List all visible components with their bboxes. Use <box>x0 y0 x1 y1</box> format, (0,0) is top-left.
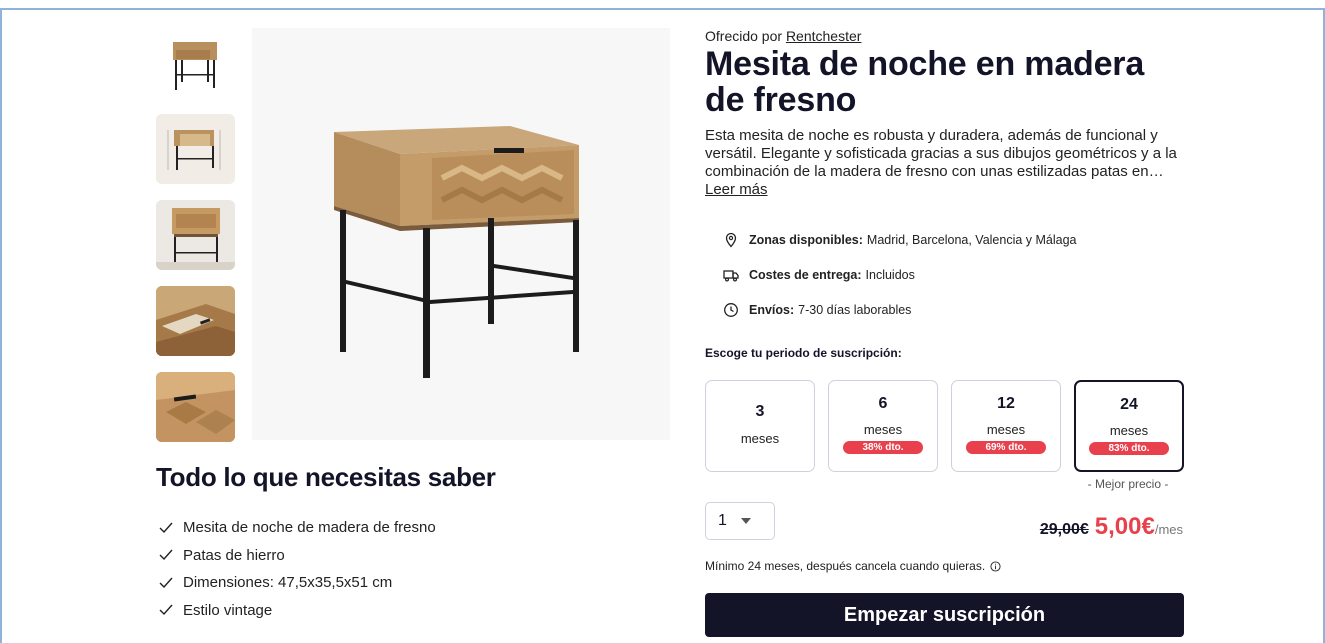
info-delivery-value: Incluidos <box>865 267 915 282</box>
feature-list: Mesita de noche de madera de fresno Pata… <box>158 514 436 624</box>
price-block: 29,00€ 5,00€ /mes <box>1040 513 1183 541</box>
price-period: /mes <box>1154 522 1183 537</box>
check-icon <box>159 604 173 616</box>
product-title: Mesita de noche en madera de fresno <box>705 45 1145 119</box>
list-item: Estilo vintage <box>158 597 436 625</box>
check-icon <box>159 549 173 561</box>
plan-options: 3 meses 6 meses 38% dto. 12 meses 69% dt… <box>705 380 1197 472</box>
info-icon[interactable] <box>990 560 1001 572</box>
plan-months: 6 <box>878 395 888 412</box>
thumbnail-5[interactable] <box>156 372 235 442</box>
feature-label: Mesita de noche de madera de fresno <box>183 519 436 537</box>
chevron-down-icon <box>740 518 751 524</box>
main-product-image <box>252 28 670 440</box>
thumbnail-list <box>156 28 236 458</box>
discount-badge: 83% dto. <box>1089 442 1169 455</box>
check-icon <box>159 577 173 588</box>
info-shipping-value: 7-30 días laborables <box>798 302 912 317</box>
description-text: Esta mesita de noche es robusta y durade… <box>705 127 1177 180</box>
subscription-label: Escoge tu periodo de suscripción: <box>705 346 902 360</box>
plan-unit: meses <box>1109 423 1149 438</box>
plan-option-12[interactable]: 12 meses 69% dto. <box>951 380 1061 472</box>
list-item: Patas de hierro <box>158 542 436 570</box>
thumbnail-2[interactable] <box>156 114 235 184</box>
plan-unit: meses <box>863 422 903 437</box>
old-price: 29,00€ <box>1039 521 1089 538</box>
product-details: Ofrecido por Rentchester Mesita de noche… <box>705 28 1185 199</box>
seller-link[interactable]: Rentchester <box>786 28 861 44</box>
feature-label: Dimensiones: 47,5x35,5x51 cm <box>183 574 393 592</box>
plan-unit: meses <box>986 422 1026 437</box>
offered-prefix: Ofrecido por <box>705 28 783 44</box>
discount-badge: 38% dto. <box>843 441 923 454</box>
start-subscription-button[interactable]: Empezar suscripción <box>705 593 1184 637</box>
new-price: 5,00€ <box>1094 513 1155 540</box>
info-zones-label: Zonas disponibles: <box>749 232 863 247</box>
list-item: Mesita de noche de madera de fresno <box>158 514 436 542</box>
offered-by: Ofrecido por Rentchester <box>705 28 1185 44</box>
quantity-select[interactable]: 1 <box>705 502 775 540</box>
minimum-note-text: Mínimo 24 meses, después cancela cuando … <box>705 559 986 573</box>
quantity-value: 1 <box>718 512 727 529</box>
plan-option-6[interactable]: 6 meses 38% dto. <box>828 380 938 472</box>
knowledge-title: Todo lo que necesitas saber <box>156 462 496 492</box>
best-price-label: - Mejor precio - <box>1087 477 1169 491</box>
info-shipping-label: Envíos: <box>749 302 795 317</box>
plan-months: 3 <box>755 403 765 420</box>
thumbnail-1[interactable] <box>156 28 235 98</box>
clock-icon <box>724 302 738 317</box>
info-shipping: Envíos: 7-30 días laborables <box>723 292 1077 327</box>
plan-unit: meses <box>740 431 780 446</box>
feature-label: Patas de hierro <box>183 546 285 564</box>
check-icon <box>159 522 173 533</box>
feature-label: Estilo vintage <box>183 601 273 619</box>
plan-option-24[interactable]: 24 meses 83% dto. <box>1074 380 1184 472</box>
location-pin-icon <box>725 232 737 247</box>
truck-icon <box>723 269 739 282</box>
list-item: Dimensiones: 47,5x35,5x51 cm <box>158 569 436 597</box>
plan-months: 12 <box>997 395 1015 412</box>
info-zones: Zonas disponibles: Madrid, Barcelona, Va… <box>723 222 1077 257</box>
info-zones-value: Madrid, Barcelona, Valencia y Málaga <box>866 232 1077 247</box>
product-description: Esta mesita de noche es robusta y durade… <box>705 127 1183 199</box>
thumbnail-3[interactable] <box>156 200 235 270</box>
plan-months: 24 <box>1120 396 1138 413</box>
info-delivery: Costes de entrega: Incluidos <box>723 257 1077 292</box>
read-more-link[interactable]: Leer más <box>705 181 1183 199</box>
info-list: Zonas disponibles: Madrid, Barcelona, Va… <box>723 222 1077 327</box>
plan-option-3[interactable]: 3 meses <box>705 380 815 472</box>
discount-badge: 69% dto. <box>966 441 1046 454</box>
thumbnail-4[interactable] <box>156 286 235 356</box>
info-delivery-label: Costes de entrega: <box>749 267 862 282</box>
minimum-note: Mínimo 24 meses, después cancela cuando … <box>705 559 1001 573</box>
